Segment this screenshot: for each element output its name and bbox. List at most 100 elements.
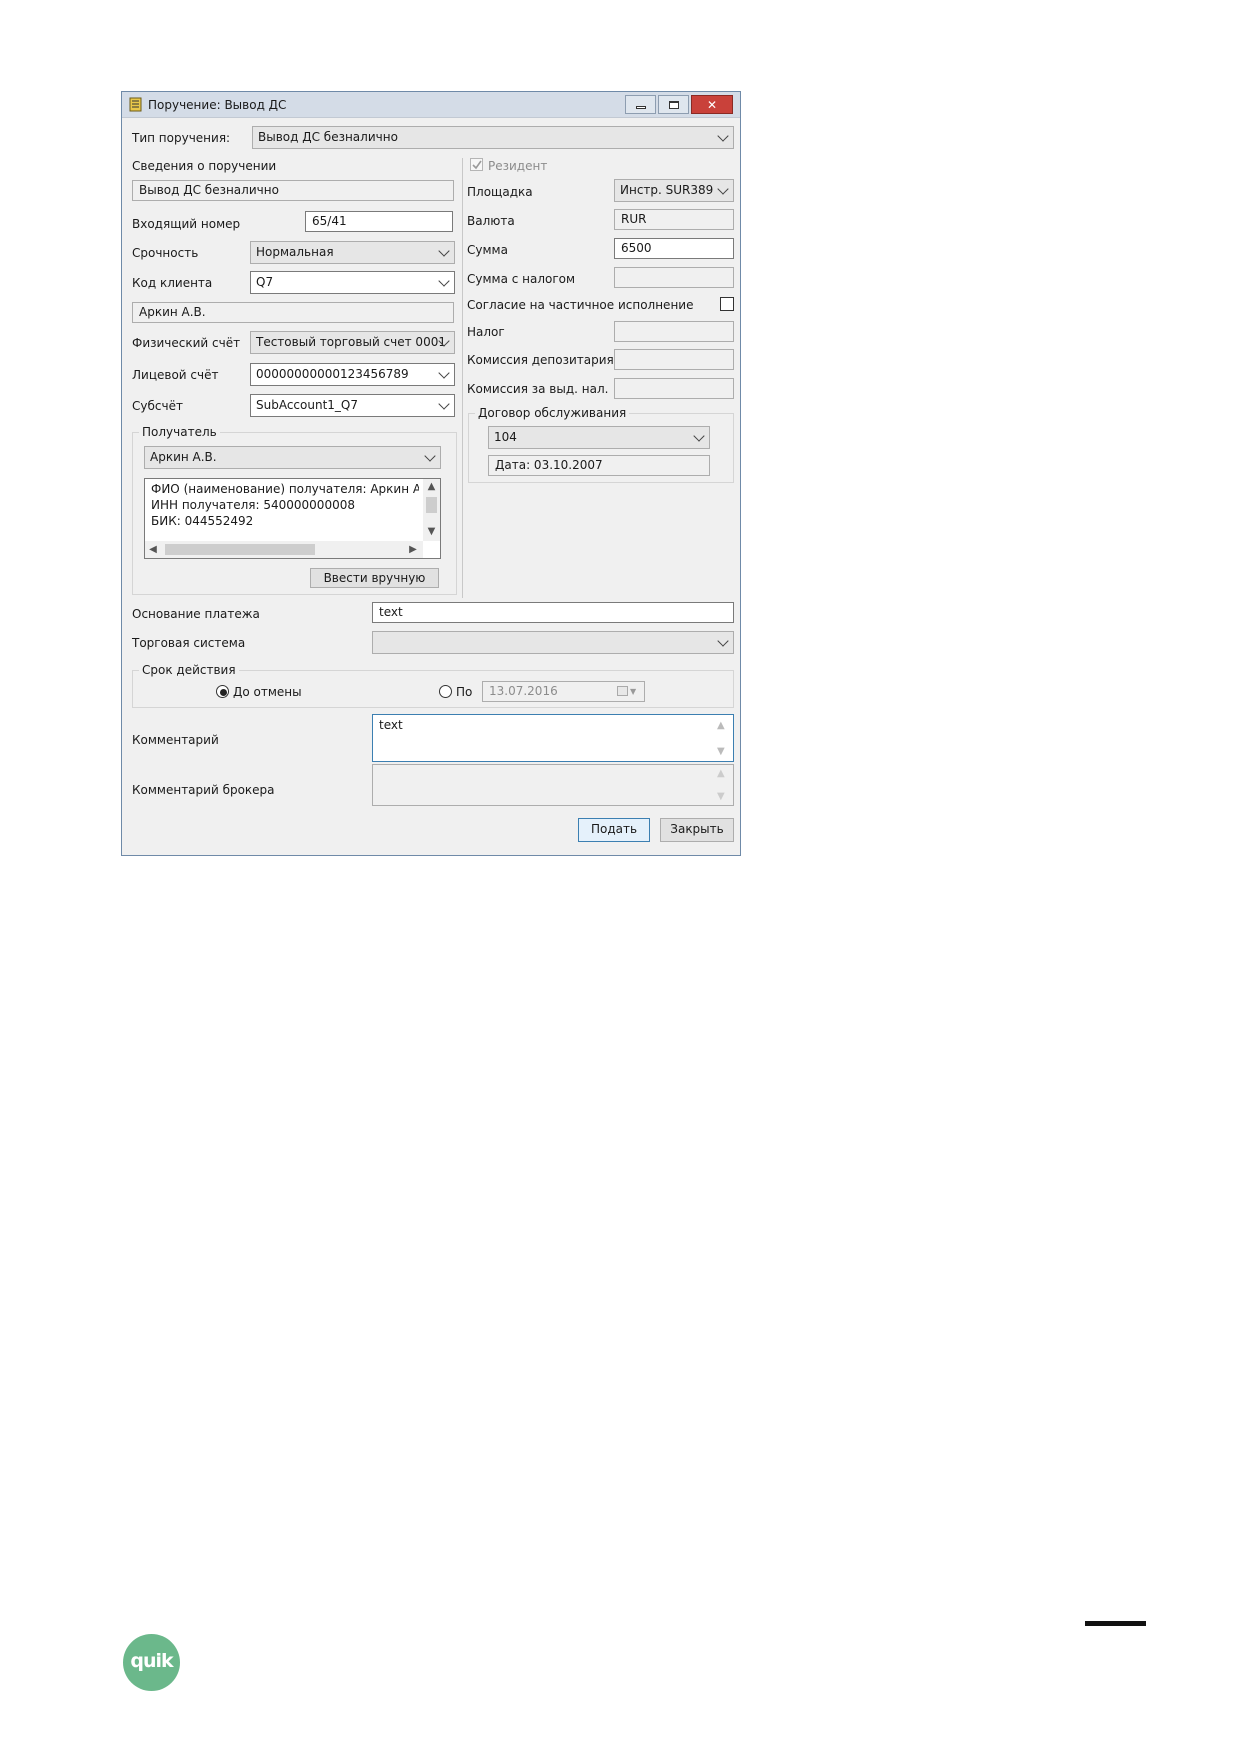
- order-dialog-window: Поручение: Вывод ДС ✕ Тип поручения: Выв…: [121, 91, 741, 856]
- incoming-number-label: Входящий номер: [132, 217, 241, 231]
- recipient-inn-line: ИНН получателя: 540000000008: [151, 498, 355, 512]
- payment-basis-label: Основание платежа: [132, 607, 260, 621]
- close-icon: ✕: [706, 98, 718, 112]
- footer-rule: [1085, 1621, 1146, 1626]
- payment-basis-input[interactable]: text: [372, 602, 734, 623]
- depository-fee-label: Комиссия депозитария: [467, 353, 614, 367]
- chevron-down-icon: [438, 275, 450, 287]
- client-code-label: Код клиента: [132, 276, 213, 290]
- chevron-down-icon: [693, 430, 705, 442]
- until-date-label: По: [456, 685, 473, 699]
- maximize-button[interactable]: [658, 95, 689, 114]
- client-code-value: Q7: [256, 275, 274, 289]
- chevron-down-icon: [438, 245, 450, 257]
- scroll-thumb[interactable]: [426, 497, 437, 513]
- scroll-left-icon: ◀: [149, 544, 157, 555]
- urgency-select[interactable]: Нормальная: [250, 241, 455, 264]
- recipient-bik-line: БИК: 044552492: [151, 514, 254, 528]
- subaccount-label: Субсчёт: [132, 399, 183, 413]
- amount-with-tax-label: Сумма с налогом: [467, 272, 576, 286]
- amount-input[interactable]: 6500: [614, 238, 734, 259]
- comment-value: text: [379, 718, 403, 732]
- recipient-value: Аркин А.В.: [150, 450, 217, 464]
- tax-fee-field: [614, 378, 734, 399]
- physical-account-select[interactable]: Тестовый торговый счет 0001: [250, 331, 455, 354]
- radio-selected-dot: [220, 689, 227, 696]
- recipient-details-box[interactable]: ФИО (наименование) получателя: Аркин Ар …: [144, 478, 441, 559]
- platform-value: Инстр. SUR389: [620, 183, 714, 197]
- scroll-right-icon: ▶: [409, 544, 417, 555]
- personal-account-label: Лицевой счёт: [132, 368, 219, 382]
- calendar-icon: [617, 686, 628, 696]
- amount-with-tax-field: [614, 267, 734, 288]
- tax-field: [614, 321, 734, 342]
- broker-comment-textarea: ▲ ▼: [372, 764, 734, 806]
- recipient-select[interactable]: Аркин А.В.: [144, 446, 441, 469]
- quik-logo-text: quik: [130, 1650, 173, 1672]
- subaccount-select[interactable]: SubAccount1_Q7: [250, 394, 455, 417]
- until-cancel-radio[interactable]: [216, 685, 229, 698]
- quik-logo: quik: [123, 1634, 180, 1691]
- until-date-radio[interactable]: [439, 685, 452, 698]
- order-type-select[interactable]: Вывод ДС безналично: [252, 126, 734, 149]
- service-contract-select[interactable]: 104: [488, 426, 710, 449]
- close-dialog-button[interactable]: Закрыть: [660, 818, 734, 842]
- title-bar[interactable]: Поручение: Вывод ДС ✕: [122, 92, 740, 118]
- incoming-number-input[interactable]: 65/41: [305, 211, 453, 232]
- recipient-legend: Получатель: [139, 425, 220, 439]
- depository-fee-field: [614, 349, 734, 370]
- urgency-label: Срочность: [132, 246, 199, 260]
- comment-textarea[interactable]: text ▲ ▼: [372, 714, 734, 762]
- chevron-down-icon: [424, 450, 436, 462]
- platform-label: Площадка: [467, 185, 533, 199]
- scroll-down-icon: ▼: [427, 526, 436, 537]
- resident-checkbox[interactable]: [470, 158, 483, 171]
- tax-label: Налог: [467, 325, 505, 339]
- service-contract-legend: Договор обслуживания: [475, 406, 630, 420]
- order-info-field: Вывод ДС безналично: [132, 180, 454, 201]
- chevron-down-icon: [438, 398, 450, 410]
- horizontal-scrollbar[interactable]: ◀ ▶: [145, 541, 423, 558]
- minimize-icon: [636, 106, 646, 109]
- close-button[interactable]: ✕: [691, 95, 733, 114]
- platform-select[interactable]: Инстр. SUR389: [614, 179, 734, 202]
- client-code-select[interactable]: Q7: [250, 271, 455, 294]
- client-name-field: Аркин А.В.: [132, 302, 454, 323]
- window-title: Поручение: Вывод ДС: [148, 98, 287, 112]
- comment-label: Комментарий: [132, 733, 219, 747]
- maximize-icon: [669, 101, 679, 109]
- resident-label: Резидент: [488, 159, 548, 173]
- chevron-down-icon: [438, 367, 450, 379]
- service-contract-date: Дата: 03.10.2007: [488, 455, 710, 476]
- checkmark-icon: [472, 160, 482, 170]
- broker-comment-label: Комментарий брокера: [132, 783, 275, 797]
- physical-account-value: Тестовый торговый счет 0001: [256, 335, 446, 349]
- trading-system-label: Торговая система: [132, 636, 246, 650]
- order-info-label: Сведения о поручении: [132, 159, 277, 173]
- trading-system-select[interactable]: [372, 631, 734, 654]
- scroll-up-icon: ▲: [717, 768, 725, 779]
- recipient-name-line: ФИО (наименование) получателя: Аркин Ар: [151, 482, 419, 496]
- minimize-button[interactable]: [625, 95, 656, 114]
- service-contract-value: 104: [494, 430, 517, 444]
- scroll-thumb-horizontal[interactable]: [165, 544, 315, 555]
- scroll-down-icon: ▼: [717, 791, 725, 802]
- currency-label: Валюта: [467, 214, 515, 228]
- vertical-scrollbar[interactable]: ▲ ▼: [423, 479, 440, 541]
- validity-legend: Срок действия: [139, 663, 239, 677]
- subaccount-value: SubAccount1_Q7: [256, 398, 359, 412]
- chevron-down-icon: [717, 130, 729, 142]
- currency-field: RUR: [614, 209, 734, 230]
- personal-account-value: 00000000000123456789: [256, 367, 409, 381]
- partial-execution-checkbox[interactable]: [720, 297, 734, 311]
- calendar-dropdown-icon: ▼: [630, 687, 637, 696]
- physical-account-label: Физический счёт: [132, 336, 241, 350]
- scroll-up-icon: ▲: [717, 720, 725, 731]
- personal-account-select[interactable]: 00000000000123456789: [250, 363, 455, 386]
- submit-button[interactable]: Подать: [578, 818, 650, 842]
- app-icon: [129, 97, 142, 112]
- order-type-label: Тип поручения:: [132, 131, 231, 145]
- validity-date-picker[interactable]: 13.07.2016 ▼: [482, 681, 645, 702]
- order-type-value: Вывод ДС безналично: [258, 130, 398, 144]
- enter-manually-button[interactable]: Ввести вручную: [310, 568, 439, 588]
